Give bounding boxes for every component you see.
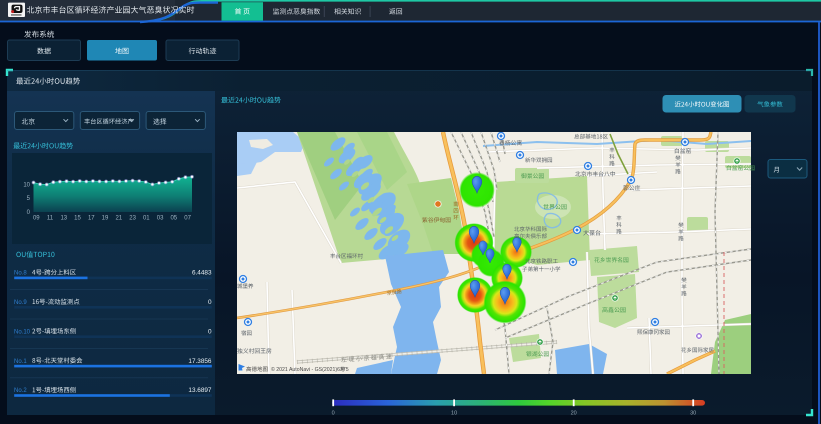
svg-text:20: 20: [571, 411, 577, 417]
svg-text:© 2021 AutoNavi - GS(2021)6375: © 2021 AutoNavi - GS(2021)6375: [271, 366, 349, 373]
svg-text:19: 19: [102, 216, 109, 222]
svg-text:13: 13: [60, 216, 67, 222]
svg-text:13.6897: 13.6897: [188, 387, 212, 394]
svg-text:03: 03: [157, 216, 164, 222]
svg-text:21: 21: [115, 216, 122, 222]
svg-text:07: 07: [184, 216, 191, 222]
svg-text:09: 09: [33, 216, 40, 222]
svg-text:No.9: No.9: [14, 300, 27, 306]
svg-text:No.2: No.2: [14, 388, 27, 394]
svg-text:17.3856: 17.3856: [188, 358, 212, 365]
svg-text:15: 15: [74, 216, 81, 222]
svg-text:10: 10: [23, 182, 30, 188]
svg-text:01: 01: [143, 216, 150, 222]
svg-text:11: 11: [47, 216, 54, 222]
svg-text:30: 30: [690, 411, 696, 417]
svg-text:23: 23: [129, 216, 136, 222]
svg-text:0: 0: [332, 411, 335, 417]
svg-text:0: 0: [208, 328, 212, 335]
svg-text:05: 05: [170, 216, 177, 222]
svg-text:10: 10: [451, 411, 457, 417]
svg-text:17: 17: [88, 216, 95, 222]
svg-text:0: 0: [208, 299, 212, 306]
svg-text:6.4483: 6.4483: [192, 270, 212, 277]
svg-text:No.1: No.1: [14, 359, 27, 365]
svg-text:No.10: No.10: [14, 329, 31, 335]
svg-text:No.8: No.8: [14, 271, 27, 277]
